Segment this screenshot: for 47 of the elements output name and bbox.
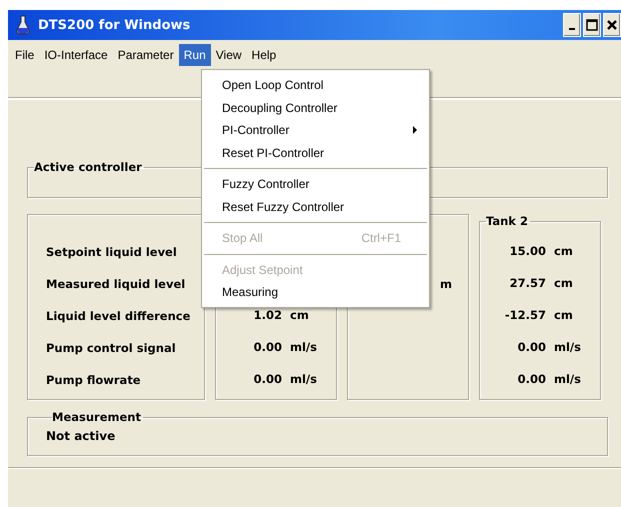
unit-text: ml/s bbox=[554, 372, 582, 386]
close-button[interactable] bbox=[603, 13, 621, 37]
maximize-icon bbox=[586, 19, 598, 31]
group-title: Measurement bbox=[52, 410, 142, 424]
maximize-button[interactable] bbox=[583, 13, 601, 37]
unit-text: ml/s bbox=[290, 372, 318, 386]
value-text: -12.57 bbox=[504, 308, 546, 322]
menu-entry[interactable]: Open Loop Control bbox=[202, 74, 429, 96]
menu-entry[interactable]: Reset PI-Controller bbox=[202, 142, 429, 164]
value-text: 0.00 bbox=[254, 340, 282, 354]
value-text: 0.00 bbox=[518, 372, 546, 386]
menu-item[interactable]: Help bbox=[246, 44, 282, 66]
group-title: Active controller bbox=[34, 160, 143, 174]
menu-entry[interactable]: Fuzzy Controller bbox=[202, 173, 429, 196]
menu-item[interactable]: Run bbox=[178, 44, 211, 66]
quantity-label: Setpoint liquid level bbox=[46, 245, 177, 259]
value-text: 0.00 bbox=[254, 372, 282, 386]
quantity-label: Pump flowrate bbox=[46, 373, 141, 387]
menu-entry[interactable]: Reset Fuzzy Controller bbox=[202, 196, 429, 218]
menu-item[interactable]: File bbox=[10, 44, 40, 66]
unit-text: cm bbox=[554, 308, 574, 322]
quantity-label: Pump control signal bbox=[46, 341, 176, 355]
unit-text: cm bbox=[290, 308, 310, 322]
menu-item[interactable]: Parameter bbox=[112, 44, 179, 66]
status-text: Not active bbox=[46, 429, 116, 443]
menu-entry[interactable]: Measuring bbox=[202, 281, 429, 304]
value-text: 0.00 bbox=[518, 340, 546, 354]
menu-item[interactable]: IO-Interface bbox=[39, 44, 113, 66]
menu-entry[interactable]: PI-Controller bbox=[202, 119, 429, 142]
unit-text: ml/s bbox=[290, 340, 318, 354]
value-text: 27.57 bbox=[510, 276, 546, 290]
menu-item[interactable]: View bbox=[210, 44, 247, 66]
unit-text: ml/s bbox=[554, 340, 582, 354]
group-title: Tank 2 bbox=[486, 214, 529, 228]
value-text: 1.02 bbox=[254, 308, 282, 322]
quantity-label: Measured liquid level bbox=[46, 277, 186, 291]
unit-text: cm bbox=[554, 244, 574, 258]
unit-text: m bbox=[440, 277, 452, 291]
menu-entry[interactable]: Decoupling Controller bbox=[202, 96, 429, 119]
close-icon bbox=[606, 19, 618, 31]
flask-icon bbox=[16, 15, 30, 35]
minimize-button[interactable] bbox=[563, 13, 581, 37]
quantity-label: Liquid level difference bbox=[46, 309, 190, 323]
unit-text: cm bbox=[554, 276, 574, 290]
minimize-icon bbox=[569, 28, 575, 30]
window-title: DTS200 for Windows bbox=[38, 18, 190, 32]
value-text: 15.00 bbox=[510, 244, 546, 258]
